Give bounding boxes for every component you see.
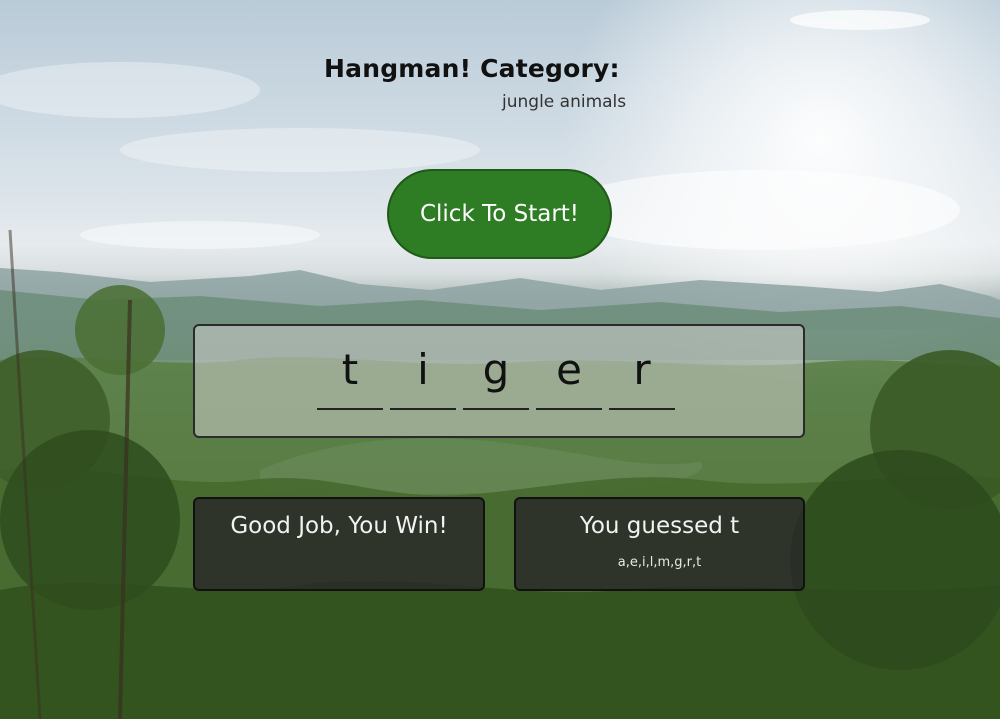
guessed-letters: a,e,i,l,m,g,r,t [617,555,702,570]
letter-slots: t i g e r [317,346,682,410]
guess-panel: You guessed t a,e,i,l,m,g,r,t [514,497,805,591]
letter-slot: g [463,346,529,410]
game-title: Hangman! Category: [324,54,620,83]
letter-slot: r [609,346,675,410]
letter: i [417,345,429,394]
game-stage: Hangman! Category: jungle animals Click … [0,0,1000,719]
letter: t [341,345,359,394]
letter: g [482,345,510,394]
letter: e [556,345,582,394]
result-panel: Good Job, You Win! [193,497,485,591]
letter-slot: e [536,346,602,410]
word-panel: t i g e r [193,324,805,438]
letter-slot: i [390,346,456,410]
start-button[interactable]: Click To Start! [387,169,612,259]
last-guess-message: You guessed t [579,513,740,539]
letter-slot: t [317,346,383,410]
result-message: Good Job, You Win! [230,513,448,539]
category-label: jungle animals [502,92,627,112]
letter: r [633,345,651,394]
